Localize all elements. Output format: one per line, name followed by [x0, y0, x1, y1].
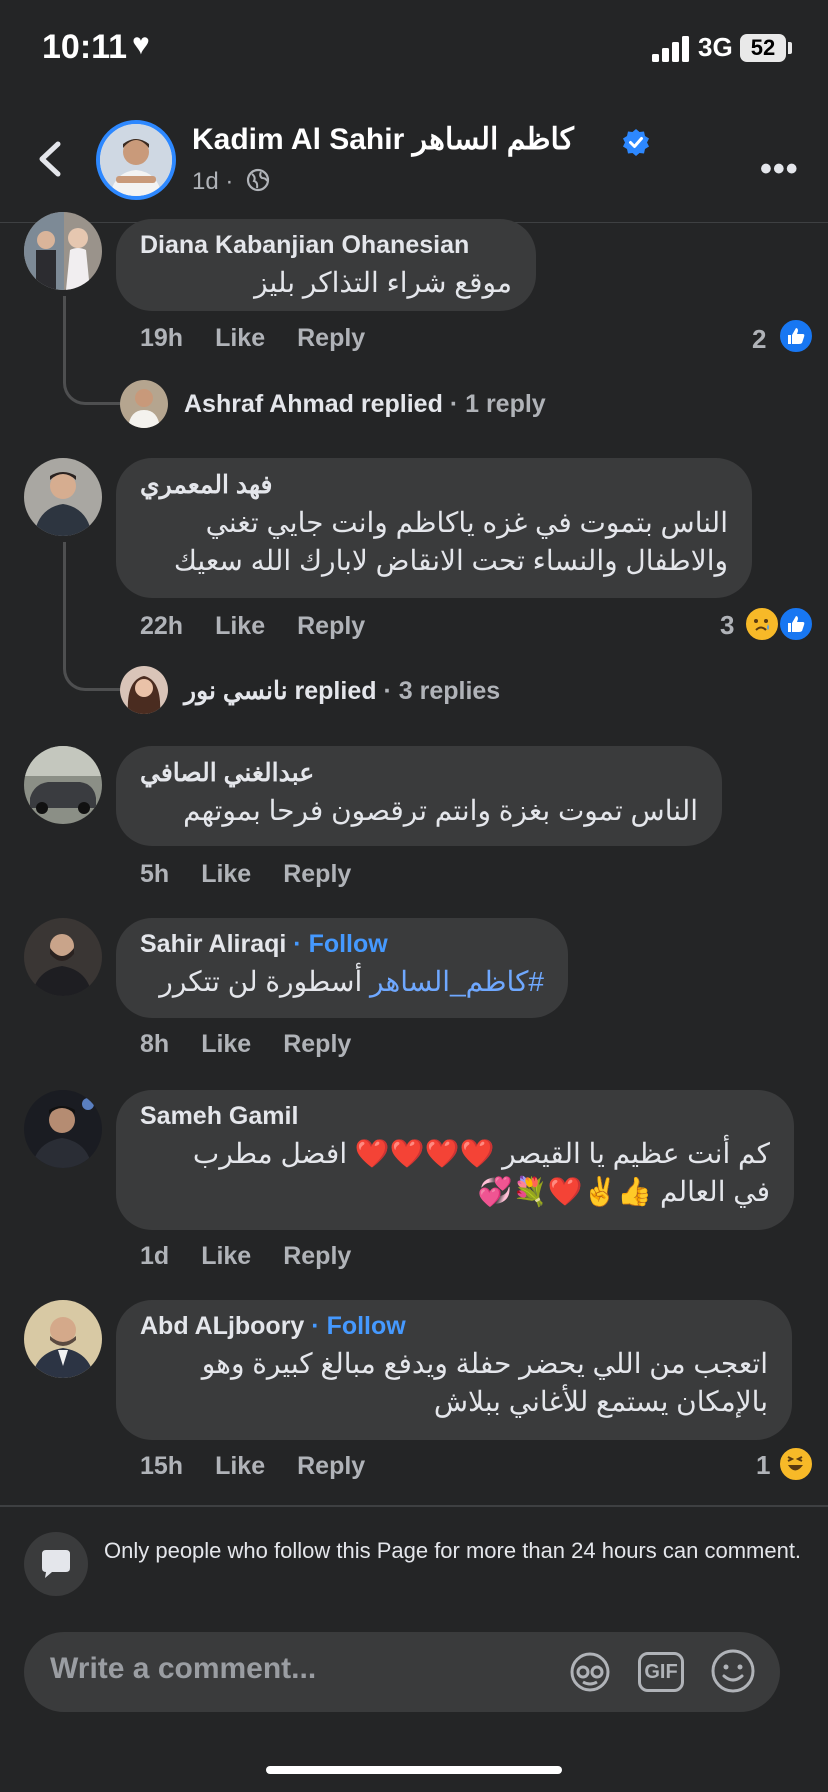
comment-text-line: بالإمكان يستمع للأغاني ببلاش: [433, 1386, 768, 1417]
reply-button[interactable]: Reply: [283, 860, 351, 888]
thread-line: [63, 296, 124, 405]
reaction-count[interactable]: 3: [720, 610, 734, 641]
comment-time: 19h: [140, 324, 184, 352]
comment-time: 15h: [140, 1452, 184, 1480]
sad-reaction-icon: [744, 606, 780, 642]
gif-icon[interactable]: GIF: [638, 1652, 684, 1692]
reply-avatar[interactable]: [120, 666, 168, 714]
reply-button[interactable]: Reply: [283, 1030, 351, 1058]
comment-author-row: Abd ALjboory · Follow: [140, 1312, 768, 1341]
comment-author[interactable]: عبدالغني الصافي: [140, 758, 698, 788]
comment-actions: 22h Like Reply: [140, 612, 397, 641]
comment-bubble-icon: [24, 1532, 88, 1596]
comment-text-line: كم أنت عظيم يا القيصر ❤️❤️❤️❤️ افضل مطرب: [192, 1138, 770, 1169]
verified-badge-icon: [623, 129, 649, 156]
post-age: 1d ·: [192, 168, 234, 195]
reply-count: · 1 reply: [449, 390, 546, 418]
page-avatar[interactable]: [96, 120, 176, 200]
comment-time: 5h: [140, 860, 170, 888]
back-arrow-icon[interactable]: [34, 140, 64, 178]
comment-actions: 8h Like Reply: [140, 1030, 383, 1059]
comment-author[interactable]: Sahir Aliraqi: [140, 930, 286, 958]
comment-text-line: اتعجب من اللي يحضر حفلة ويدفع مبالغ كبير…: [201, 1348, 768, 1379]
comment-actions: 1d Like Reply: [140, 1242, 383, 1271]
haha-reaction-icon: [778, 1446, 814, 1482]
comment-text-line: الناس بتموت في غزه ياكاظم وانت جايي تغني: [205, 507, 728, 538]
more-options-icon[interactable]: •••: [760, 150, 799, 189]
avatar[interactable]: [24, 1090, 102, 1168]
comment-time: 1d: [140, 1242, 170, 1270]
reply-author: Ashraf Ahmad: [184, 390, 354, 418]
comment-bubble[interactable]: Abd ALjboory · Follow اتعجب من اللي يحضر…: [116, 1300, 792, 1440]
reply-verb: replied: [294, 677, 377, 705]
comment-bubble[interactable]: عبدالغني الصافي الناس تموت بغزة وانتم تر…: [116, 746, 722, 846]
reply-button[interactable]: Reply: [297, 612, 365, 640]
comment-text: أسطورة لن تتكرر: [159, 966, 363, 997]
clock: 10:11: [42, 28, 128, 66]
like-reaction-icon: [778, 606, 814, 642]
avatar[interactable]: [24, 1300, 102, 1378]
reply-avatar[interactable]: [120, 380, 168, 428]
like-reaction-icon: [778, 318, 814, 354]
avatar[interactable]: [24, 918, 102, 996]
avatar[interactable]: [24, 458, 102, 536]
reply-button[interactable]: Reply: [297, 324, 365, 352]
follow-button[interactable]: · Follow: [311, 1312, 405, 1340]
like-button[interactable]: Like: [201, 1242, 251, 1270]
reply-verb: replied: [360, 390, 443, 418]
avatar-sticker-icon[interactable]: [566, 1650, 614, 1694]
comment-bubble[interactable]: Diana Kabanjian Ohanesian موقع شراء التذ…: [116, 219, 536, 311]
comment-bubble[interactable]: Sahir Aliraqi · Follow #كاظم_الساهر أسطو…: [116, 918, 568, 1018]
view-replies-link[interactable]: نانسي نور replied · 3 replies: [184, 676, 500, 706]
comment-text: الناس تموت بغزة وانتم ترقصون فرحا بموتهم: [183, 795, 698, 826]
like-button[interactable]: Like: [215, 1452, 265, 1480]
footer-divider: [0, 1505, 828, 1507]
battery-icon: 52: [740, 34, 786, 62]
like-button[interactable]: Like: [215, 612, 265, 640]
comment-bubble[interactable]: Sameh Gamil كم أنت عظيم يا القيصر ❤️❤️❤️…: [116, 1090, 794, 1230]
comment-text-line: والاطفال والنساء تحت الانقاض لابارك الله…: [173, 545, 728, 576]
page-title[interactable]: Kadim Al Sahir كاظم الساهر: [192, 122, 574, 157]
reply-count: · 3 replies: [383, 677, 501, 705]
comment-actions: 19h Like Reply: [140, 324, 397, 353]
battery-tip: [788, 42, 792, 54]
comment-text-row: #كاظم_الساهر أسطورة لن تتكرر: [140, 963, 544, 1001]
follow-button[interactable]: · Follow: [293, 930, 387, 958]
home-indicator: [266, 1766, 562, 1774]
comment-restriction-notice: Only people who follow this Page for mor…: [104, 1538, 802, 1563]
hashtag-link[interactable]: #كاظم_الساهر: [370, 966, 544, 997]
avatar[interactable]: [24, 746, 102, 824]
comment-author-row: Sahir Aliraqi · Follow: [140, 930, 544, 959]
comment-author[interactable]: Sameh Gamil: [140, 1102, 770, 1131]
comment-author[interactable]: فهد المعمري: [140, 470, 728, 500]
comment-actions: 15h Like Reply: [140, 1452, 397, 1481]
comment-time: 22h: [140, 612, 184, 640]
avatar[interactable]: [24, 212, 102, 290]
like-button[interactable]: Like: [215, 324, 265, 352]
network-label: 3G: [698, 32, 733, 62]
view-replies-link[interactable]: Ashraf Ahmad replied · 1 reply: [184, 390, 546, 419]
comment-actions: 5h Like Reply: [140, 860, 383, 889]
heart-icon: ♥: [132, 28, 150, 61]
comment-text: موقع شراء التذاكر بليز: [254, 267, 512, 298]
like-button[interactable]: Like: [201, 1030, 251, 1058]
comment-placeholder[interactable]: Write a comment...: [50, 1652, 316, 1686]
globe-icon: [246, 168, 270, 192]
comment-text-line: في العالم 👍✌️❤️💐💞: [477, 1176, 770, 1207]
status-bar: 10:11 ♥ 3G 52: [0, 0, 828, 100]
reaction-count[interactable]: 1: [756, 1450, 770, 1481]
reply-button[interactable]: Reply: [283, 1242, 351, 1270]
reply-button[interactable]: Reply: [297, 1452, 365, 1480]
reply-author: نانسي نور: [184, 677, 288, 705]
comment-time: 8h: [140, 1030, 170, 1058]
reaction-count[interactable]: 2: [752, 324, 766, 355]
comment-bubble[interactable]: فهد المعمري الناس بتموت في غزه ياكاظم وا…: [116, 458, 752, 598]
comment-author[interactable]: Abd ALjboory: [140, 1312, 304, 1340]
emoji-icon[interactable]: [710, 1648, 756, 1694]
comment-author[interactable]: Diana Kabanjian Ohanesian: [140, 231, 512, 260]
thread-line: [63, 542, 124, 691]
like-button[interactable]: Like: [201, 860, 251, 888]
signal-icon: [652, 36, 689, 62]
